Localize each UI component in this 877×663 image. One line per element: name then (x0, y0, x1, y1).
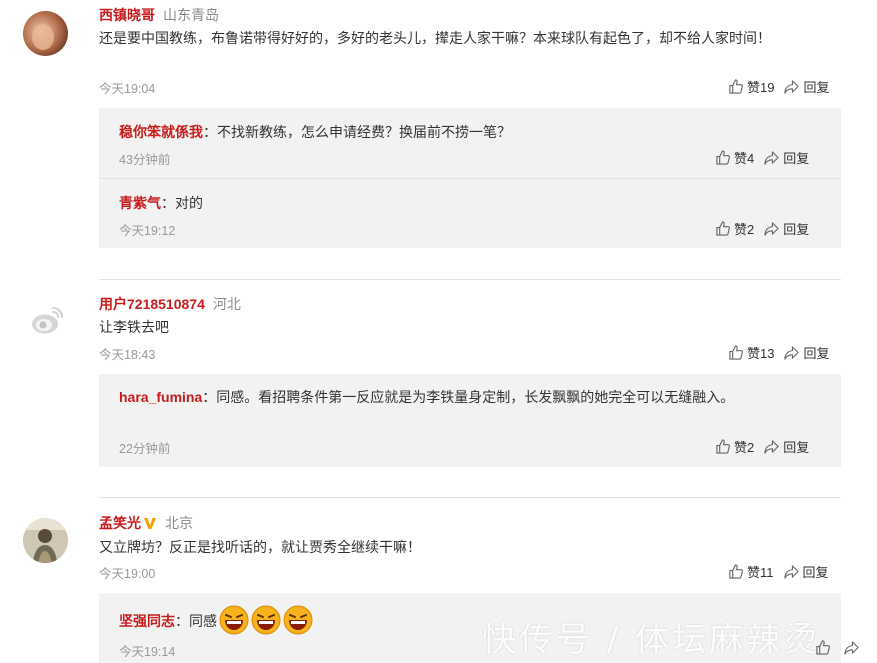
thumbs-up-icon (716, 150, 730, 165)
reply-button[interactable] (844, 640, 863, 655)
reply-arrow-icon (783, 565, 799, 579)
thumbs-up-icon (729, 564, 743, 579)
reply-timestamp: 22分钟前 (119, 442, 171, 456)
reply-actions: 赞2 回复 (715, 437, 809, 456)
thumbs-up-icon (716, 439, 730, 454)
comment-actions: 赞11 回复 (728, 562, 829, 581)
reply-timestamp: 43分钟前 (119, 153, 171, 167)
reply-button[interactable]: 回复 (764, 437, 809, 456)
reply-item: 青紫气：对的 (119, 195, 203, 211)
reply-arrow-icon (784, 346, 800, 360)
reply-list: 稳你笨就係我：不找新教练，怎么申请经费？换届前不捞一笔？ 43分钟前 赞4 回复… (99, 108, 841, 248)
location: 北京 (165, 515, 193, 531)
reply-arrow-icon (764, 151, 779, 165)
username[interactable]: 西镇晓哥 (99, 7, 155, 23)
avatar[interactable] (23, 518, 68, 563)
default-avatar-icon[interactable] (23, 298, 68, 343)
like-button[interactable]: 赞4 (715, 148, 754, 167)
reply-username[interactable]: 青紫气 (119, 195, 161, 211)
reply-label: 回复 (803, 80, 830, 95)
reply-arrow-icon (784, 80, 800, 94)
vip-badge-icon (144, 517, 156, 529)
like-count: 赞4 (734, 151, 755, 166)
reply-label: 回复 (783, 440, 810, 455)
reply-item: 稳你笨就係我：不找新教练，怎么申请经费？换届前不捞一笔？ (119, 124, 511, 140)
location: 山东青岛 (163, 7, 219, 23)
divider (99, 178, 841, 179)
reply-text: 同感 (189, 613, 217, 629)
timestamp: 今天18:43 (99, 348, 156, 362)
watermark: 快传号 / 体坛麻辣烫 (482, 620, 821, 660)
timestamp: 今天19:04 (99, 82, 156, 96)
reply-label: 回复 (783, 222, 810, 237)
reply-text: 对的 (175, 195, 203, 211)
comment-text: 让李铁去吧 (99, 319, 169, 335)
reply-timestamp: 今天19:14 (119, 645, 176, 659)
location: 河北 (212, 296, 241, 312)
like-button[interactable]: 赞11 (728, 562, 774, 581)
reply-arrow-icon (764, 222, 779, 236)
like-button[interactable]: 赞13 (728, 343, 774, 362)
username[interactable]: 用户7218510874 (99, 296, 205, 312)
comment-text: 又立牌坊？反正是找听话的，就让贾秀全继续干嘛！ (99, 539, 421, 555)
like-count: 赞19 (747, 80, 775, 95)
comment-actions: 赞19 回复 (728, 77, 829, 96)
reply-text: 不找新教练，怎么申请经费？换届前不捞一笔？ (217, 124, 511, 140)
like-count: 赞2 (734, 222, 755, 237)
thumbs-up-icon (716, 221, 730, 236)
reply-button[interactable]: 回复 (783, 562, 829, 581)
like-count: 赞13 (747, 346, 775, 361)
username[interactable]: 孟笑光 (99, 513, 141, 533)
reply-username[interactable]: 坚强同志 (119, 613, 175, 629)
reply-actions: 赞2 回复 (715, 219, 809, 238)
thumbs-up-icon (729, 79, 743, 94)
laughing-emoji-icon (251, 605, 281, 635)
avatar[interactable] (23, 11, 68, 56)
reply-button[interactable]: 回复 (764, 219, 809, 238)
reply-actions (815, 640, 863, 655)
reply-arrow-icon (764, 440, 779, 454)
reply-actions: 赞4 回复 (715, 148, 809, 167)
reply-arrow-icon (844, 641, 859, 655)
reply-label: 回复 (803, 346, 830, 361)
laughing-emoji-icon (219, 605, 249, 635)
reply-username[interactable]: hara_fumina (119, 389, 202, 405)
comment-actions: 赞13 回复 (728, 343, 829, 362)
comment-text: 还是要中国教练，布鲁诺带得好好的，多好的老头儿，撵走人家干嘛？本来球队有起色了，… (99, 30, 771, 46)
divider (99, 497, 841, 498)
reply-text: 同感。看招聘条件第一反应就是为李铁量身定制，长发飘飘的她完全可以无缝融入。 (216, 389, 735, 405)
divider (99, 279, 841, 280)
like-count: 赞2 (734, 440, 755, 455)
thumbs-up-icon (729, 345, 743, 360)
like-button[interactable]: 赞2 (715, 437, 754, 456)
reply-username[interactable]: 稳你笨就係我 (119, 124, 203, 140)
reply-button[interactable]: 回复 (784, 343, 829, 362)
reply-label: 回复 (783, 151, 810, 166)
reply-label: 回复 (802, 565, 829, 580)
reply-item: 坚强同志：同感 (119, 605, 313, 635)
reply-timestamp: 今天19:12 (119, 224, 176, 238)
laughing-emoji-icon (283, 605, 313, 635)
like-button[interactable]: 赞2 (715, 219, 754, 238)
reply-button[interactable]: 回复 (764, 148, 809, 167)
reply-button[interactable]: 回复 (784, 77, 829, 96)
like-button[interactable]: 赞19 (728, 77, 774, 96)
reply-list: hara_fumina：同感。看招聘条件第一反应就是为李铁量身定制，长发飘飘的她… (99, 374, 841, 467)
like-count: 赞11 (747, 565, 774, 580)
reply-item: hara_fumina：同感。看招聘条件第一反应就是为李铁量身定制，长发飘飘的她… (119, 389, 735, 405)
timestamp: 今天19:00 (99, 567, 156, 581)
